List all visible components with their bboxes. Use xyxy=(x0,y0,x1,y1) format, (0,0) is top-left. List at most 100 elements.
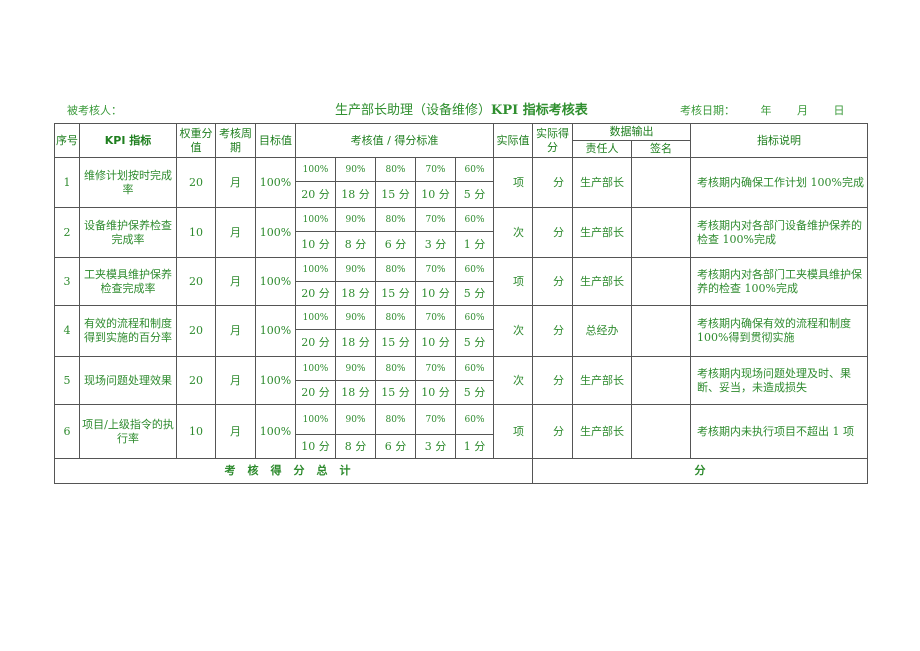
row-seq: 2 xyxy=(54,207,80,258)
row-period: 月 xyxy=(215,257,256,306)
date-day: 日 xyxy=(833,104,845,117)
total-label: 考核得分总计 xyxy=(53,458,534,484)
row-target: 100% xyxy=(255,207,296,258)
col-period: 考核周期 xyxy=(215,123,256,158)
row-seq: 5 xyxy=(54,356,80,405)
row-description: 考核期内对各部门设备维护保养的检查 100%完成 xyxy=(690,207,869,258)
table-row: 6 项目/上级指令的执行率 10 月 100% 100% 90% 80% 70% 60% 项分生产部… xyxy=(54,404,869,459)
level-2: 80% xyxy=(375,305,416,330)
level-0: 100% xyxy=(295,257,336,282)
row-actual-value[interactable]: 次 xyxy=(493,305,534,357)
level-4: 60% xyxy=(454,305,495,330)
score-4: 5 分 xyxy=(454,380,495,405)
row-signature[interactable] xyxy=(631,257,692,306)
row-kpi: 维修计划按时完成率 xyxy=(79,157,177,208)
row-responsible: 生产部长 xyxy=(572,257,633,306)
row-signature[interactable] xyxy=(631,356,692,405)
level-0: 100% xyxy=(295,207,336,232)
score-2: 15 分 xyxy=(375,329,416,357)
row-description: 考核期内对各部门工夹模具维护保养的检查 100%完成 xyxy=(690,257,869,306)
score-1: 8 分 xyxy=(335,231,376,258)
score-0: 10 分 xyxy=(295,231,336,258)
score-4: 5 分 xyxy=(454,281,495,306)
row-actual-value[interactable]: 项 xyxy=(493,257,534,306)
col-target: 目标值 xyxy=(255,123,296,158)
score-2: 15 分 xyxy=(375,181,416,208)
table-row: 4 有效的流程和制度得到实施的百分率 20 月 100% 100% 90% 80% 70% 60%… xyxy=(54,305,869,357)
score-4: 5 分 xyxy=(454,181,495,208)
level-3: 70% xyxy=(415,207,456,232)
title-prefix: 生产部长助理（设备维修） xyxy=(335,103,492,118)
level-2: 80% xyxy=(375,157,416,182)
date-month: 月 xyxy=(797,104,808,117)
level-2: 80% xyxy=(375,356,416,381)
kpi-table: 序号 KPI 指标 权重分值 考核周期 目标值 考核值 / 得分标准 实际值 实… xyxy=(53,123,869,484)
col-signature: 签名 xyxy=(631,140,692,158)
row-responsible: 生产部长 xyxy=(572,404,633,459)
level-4: 60% xyxy=(454,404,495,435)
level-1: 90% xyxy=(335,207,376,232)
row-target: 100% xyxy=(255,157,296,208)
level-3: 70% xyxy=(415,157,456,182)
row-actual-value[interactable]: 项 xyxy=(493,157,534,208)
level-2: 80% xyxy=(375,404,416,435)
row-actual-score[interactable]: 分 xyxy=(532,157,574,208)
col-weight: 权重分值 xyxy=(176,123,216,158)
row-weight: 20 xyxy=(176,356,216,405)
table-row: 3 工夹模具维护保养检查完成率 20 月 100% 100% 90% 80% 70% 60% 项分生… xyxy=(54,257,869,306)
title-kpi: KPI xyxy=(491,103,519,118)
level-1: 90% xyxy=(335,305,376,330)
row-signature[interactable] xyxy=(631,404,692,459)
score-4: 1 分 xyxy=(454,434,495,459)
score-1: 18 分 xyxy=(335,181,376,208)
table-row: 1 维修计划按时完成率 20 月 100% 100% 90% 80% 70% 60% 项分生产部长考… xyxy=(54,157,869,208)
row-actual-score[interactable]: 分 xyxy=(532,356,574,405)
level-3: 70% xyxy=(415,305,456,330)
row-seq: 3 xyxy=(54,257,80,306)
col-standard: 考核值 / 得分标准 xyxy=(294,123,495,158)
row-actual-value[interactable]: 次 xyxy=(493,356,534,405)
total-score[interactable]: 分 xyxy=(532,458,869,484)
row-signature[interactable] xyxy=(631,207,692,258)
row-period: 月 xyxy=(215,404,256,459)
score-1: 18 分 xyxy=(335,380,376,405)
row-actual-score[interactable]: 分 xyxy=(532,404,574,459)
level-3: 70% xyxy=(415,404,456,435)
score-3: 10 分 xyxy=(415,281,456,306)
row-signature[interactable] xyxy=(631,157,692,208)
score-0: 20 分 xyxy=(295,281,336,306)
score-3: 10 分 xyxy=(415,380,456,405)
row-target: 100% xyxy=(255,356,296,405)
row-period: 月 xyxy=(215,157,256,208)
row-weight: 10 xyxy=(176,404,216,459)
level-1: 90% xyxy=(335,404,376,435)
score-1: 18 分 xyxy=(335,281,376,306)
score-3: 3 分 xyxy=(415,434,456,459)
row-actual-value[interactable]: 项 xyxy=(493,404,534,459)
row-actual-score[interactable]: 分 xyxy=(532,257,574,306)
row-kpi: 有效的流程和制度得到实施的百分率 xyxy=(79,305,177,357)
row-kpi: 设备维护保养检查完成率 xyxy=(79,207,177,258)
row-signature[interactable] xyxy=(631,305,692,357)
row-actual-score[interactable]: 分 xyxy=(532,305,574,357)
row-seq: 6 xyxy=(54,404,80,459)
level-3: 70% xyxy=(415,257,456,282)
score-2: 15 分 xyxy=(375,281,416,306)
row-actual-value[interactable]: 次 xyxy=(493,207,534,258)
score-2: 6 分 xyxy=(375,231,416,258)
level-1: 90% xyxy=(335,257,376,282)
col-actual-score: 实际得分 xyxy=(532,123,574,158)
score-0: 20 分 xyxy=(295,181,336,208)
level-4: 60% xyxy=(454,257,495,282)
score-4: 5 分 xyxy=(454,329,495,357)
score-0: 10 分 xyxy=(295,434,336,459)
col-description: 指标说明 xyxy=(690,123,869,158)
table-row: 5 现场问题处理效果 20 月 100% 100% 90% 80% 70% 60% 次分生产部长 考核… xyxy=(54,356,869,405)
level-3: 70% xyxy=(415,356,456,381)
row-actual-score[interactable]: 分 xyxy=(532,207,574,258)
level-2: 80% xyxy=(375,207,416,232)
row-weight: 20 xyxy=(176,305,216,357)
score-1: 8 分 xyxy=(335,434,376,459)
date-year: 年 xyxy=(760,104,772,117)
row-target: 100% xyxy=(255,257,296,306)
